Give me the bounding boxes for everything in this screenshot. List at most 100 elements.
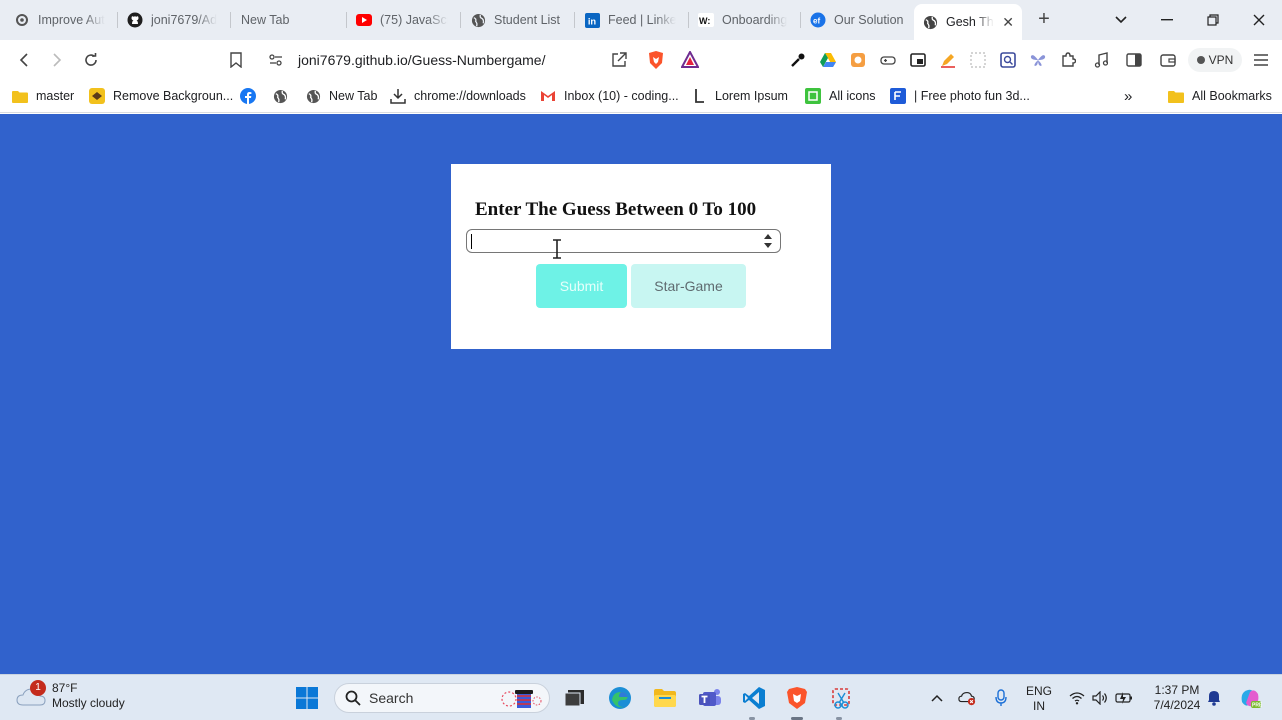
onedrive-error-icon[interactable] <box>958 689 976 707</box>
input-language[interactable]: ENG IN <box>1022 684 1056 714</box>
tab-separator <box>117 12 118 28</box>
tab-separator <box>574 12 575 28</box>
submit-button[interactable]: Submit <box>536 264 627 308</box>
battery-icon[interactable] <box>1115 689 1133 707</box>
snipping-tool-icon[interactable] <box>826 683 856 713</box>
forward-icon[interactable] <box>45 48 69 72</box>
clock[interactable]: 1:37 PM 7/4/2024 <box>1148 683 1206 713</box>
windows-start-icon[interactable] <box>292 683 322 713</box>
teams-icon[interactable] <box>695 683 725 713</box>
selection-extension-icon[interactable] <box>968 50 988 70</box>
gamepad-extension-icon[interactable] <box>878 50 898 70</box>
taskbar-search[interactable]: Search <box>334 683 550 713</box>
spin-down-icon[interactable] <box>764 243 772 248</box>
back-icon[interactable] <box>12 48 36 72</box>
tab-new-tab[interactable]: New Tab <box>233 6 343 34</box>
butterfly-extension-icon[interactable] <box>1028 50 1048 70</box>
tab-separator <box>346 12 347 28</box>
tab-student-list[interactable]: Student List <box>462 6 572 34</box>
brave-rewards-icon[interactable] <box>680 49 700 71</box>
tab-improve-aut[interactable]: Improve Aut <box>6 6 114 34</box>
microphone-icon[interactable] <box>992 689 1010 707</box>
bookmark-chrome-downloads[interactable]: chrome://downloads <box>390 86 526 106</box>
copilot-icon[interactable]: PRE <box>1238 686 1262 710</box>
start-game-button[interactable]: Star-Game <box>631 264 746 308</box>
bookmark-gmail-inbox[interactable]: Inbox (10) - coding... <box>540 86 679 106</box>
close-window-icon[interactable] <box>1247 8 1271 32</box>
bookmark-remove-background[interactable]: Remove Backgroun... <box>89 86 233 106</box>
tab-onboarding[interactable]: W: Onboarding <box>690 6 798 34</box>
bookmarks-overflow-chevron[interactable]: » <box>1124 86 1132 106</box>
wifi-icon[interactable] <box>1068 689 1086 707</box>
guess-number-input[interactable] <box>466 229 781 253</box>
tab-search-chevron-icon[interactable] <box>1109 8 1133 32</box>
tab-youtube[interactable]: (75) JavaScri <box>348 6 456 34</box>
volume-icon[interactable] <box>1091 689 1109 707</box>
menu-icon[interactable] <box>1251 50 1271 70</box>
file-explorer-icon[interactable] <box>650 683 680 713</box>
page-background: Enter The Guess Between 0 To 100 Submit … <box>0 114 1282 674</box>
task-view-icon[interactable] <box>560 683 590 713</box>
vpn-label: VPN <box>1208 53 1234 67</box>
site-settings-icon[interactable] <box>268 52 284 71</box>
color-picker-extension-icon[interactable] <box>848 50 868 70</box>
show-hidden-icons-chevron[interactable] <box>928 689 946 707</box>
bookmark-label: New Tab <box>329 89 378 103</box>
bookmark-globe[interactable] <box>272 86 296 106</box>
bookmark-master[interactable]: master <box>12 86 74 106</box>
tab-label: Our Solution <box>834 13 904 27</box>
number-spinner[interactable] <box>764 234 772 248</box>
new-tab-plus-icon[interactable]: + <box>1034 9 1054 29</box>
share-icon[interactable] <box>610 51 628 72</box>
restore-icon[interactable] <box>1201 8 1225 32</box>
bookmark-facebook[interactable] <box>240 86 264 106</box>
edge-browser-icon[interactable] <box>605 683 635 713</box>
extensions-puzzle-icon[interactable] <box>1058 50 1078 70</box>
bookmark-new-tab[interactable]: New Tab <box>305 86 377 106</box>
svg-text:W:: W: <box>699 16 710 26</box>
minimize-icon[interactable] <box>1155 8 1179 32</box>
tab-label: Gesh Th <box>946 15 994 29</box>
all-bookmarks-button[interactable]: All Bookmarks <box>1168 86 1272 106</box>
tab-strip: Improve Aut joni7679/Ad New Tab (75) Jav… <box>0 0 1282 40</box>
bookmark-lorem-ipsum[interactable]: Lorem Ipsum <box>691 86 788 106</box>
tab-our-solution[interactable]: ef Our Solution <box>802 6 912 34</box>
bookmark-icon[interactable] <box>224 48 248 72</box>
side-panel-icon[interactable] <box>1124 50 1144 70</box>
freepik-icon <box>890 88 906 104</box>
game-card: Enter The Guess Between 0 To 100 Submit … <box>451 164 831 349</box>
notification-bell-icon[interactable] <box>1205 689 1223 707</box>
address-bar[interactable]: joni7679.github.io/Guess-Numbergame/ <box>258 45 708 75</box>
eyedropper-extension-icon[interactable] <box>788 50 808 70</box>
ef-icon: ef <box>810 12 826 28</box>
tab-label: (75) JavaScri <box>380 13 448 27</box>
close-tab-icon[interactable]: ✕ <box>996 14 1014 31</box>
pen-extension-icon[interactable] <box>938 50 958 70</box>
wallet-icon[interactable] <box>1158 50 1178 70</box>
google-drive-extension-icon[interactable] <box>818 50 838 70</box>
vpn-button[interactable]: VPN <box>1188 48 1242 72</box>
brave-shield-icon[interactable] <box>647 50 665 73</box>
bookmark-all-icons[interactable]: All icons <box>805 86 876 106</box>
tab-linkedin[interactable]: in Feed | Linke <box>576 6 684 34</box>
lorem-icon <box>691 88 707 104</box>
bookmark-label: Remove Backgroun... <box>113 89 234 103</box>
bookmark-free-photo[interactable]: | Free photo fun 3d... <box>890 86 1030 106</box>
all-icons-icon <box>805 88 821 104</box>
globe-icon <box>305 88 321 104</box>
weather-condition: Mostly cloudy <box>52 696 125 710</box>
search-highlight-icon <box>501 690 542 708</box>
media-controls-icon[interactable] <box>1091 50 1111 70</box>
screen-search-extension-icon[interactable] <box>998 50 1018 70</box>
spin-up-icon[interactable] <box>764 234 772 239</box>
github-icon <box>127 12 143 28</box>
picture-in-picture-icon[interactable] <box>908 50 928 70</box>
tab-label: joni7679/Ad <box>151 13 218 27</box>
reload-icon[interactable] <box>79 48 103 72</box>
tab-gesh-active[interactable]: Gesh Th ✕ <box>914 4 1022 40</box>
facebook-icon <box>240 88 256 104</box>
brave-browser-icon[interactable] <box>782 683 812 713</box>
vscode-icon[interactable] <box>739 683 769 713</box>
globe-icon <box>922 14 938 30</box>
tab-github[interactable]: joni7679/Ad <box>119 6 227 34</box>
